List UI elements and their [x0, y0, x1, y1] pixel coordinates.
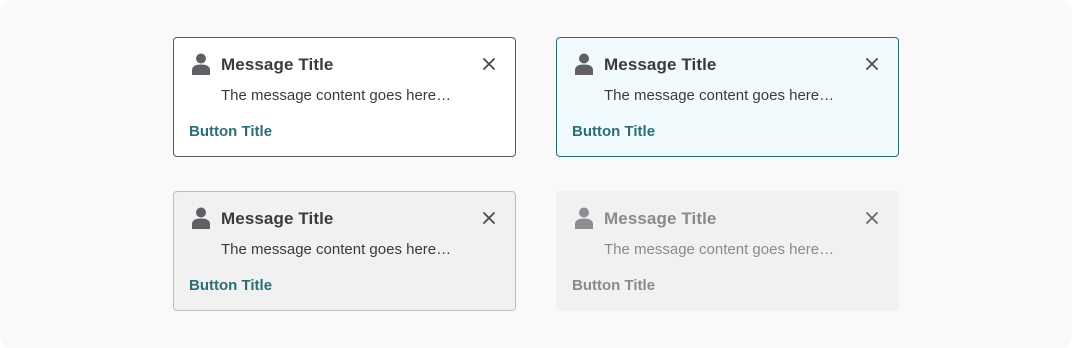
message-title: Message Title — [604, 55, 717, 74]
message-card-gallery: Message Title The message content goes h… — [0, 0, 1072, 348]
message-content: The message content goes here… — [221, 241, 452, 258]
message-action-button[interactable]: Button Title — [572, 277, 655, 294]
message-content: The message content goes here… — [221, 87, 452, 104]
close-icon[interactable] — [481, 210, 497, 226]
message-action-button[interactable]: Button Title — [189, 277, 272, 294]
message-card-default: Message Title The message content goes h… — [173, 37, 516, 157]
close-icon[interactable] — [864, 56, 880, 72]
message-content: The message content goes here… — [604, 87, 835, 104]
message-card-disabled: Message Title The message content goes h… — [556, 191, 899, 311]
message-title: Message Title — [604, 209, 717, 228]
close-icon[interactable] — [481, 56, 497, 72]
message-title: Message Title — [221, 55, 334, 74]
person-icon — [192, 207, 210, 229]
message-title: Message Title — [221, 209, 334, 228]
close-icon[interactable] — [864, 210, 880, 226]
message-action-button[interactable]: Button Title — [572, 123, 655, 140]
message-content: The message content goes here… — [604, 241, 835, 258]
message-card-active: Message Title The message content goes h… — [556, 37, 899, 157]
message-card-hover: Message Title The message content goes h… — [173, 191, 516, 311]
person-icon — [192, 53, 210, 75]
person-icon — [575, 53, 593, 75]
message-action-button[interactable]: Button Title — [189, 123, 272, 140]
person-icon — [575, 207, 593, 229]
